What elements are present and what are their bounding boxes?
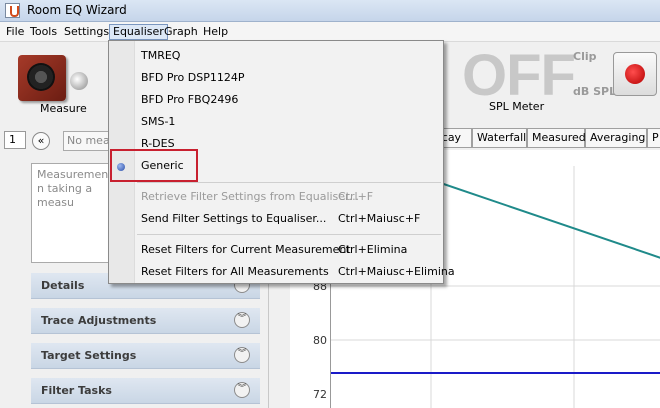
measurement-select[interactable]: No meas [63, 131, 113, 151]
tab-waterfall[interactable]: Waterfall [472, 128, 527, 148]
y-tick-label: 72 [313, 388, 327, 401]
tab-overflow[interactable]: P [647, 128, 660, 148]
record-button[interactable] [613, 52, 657, 96]
spl-meter-label: SPL Meter [489, 100, 545, 113]
app-icon [5, 3, 20, 18]
tab-averaging[interactable]: Averaging [585, 128, 647, 148]
menu-item-retrieve-filter-settings: Retrieve Filter Settings from Equaliser.… [141, 190, 360, 203]
chevron-down-icon[interactable]: ︾ [234, 347, 250, 363]
measurement-index-field[interactable]: 1 [4, 131, 26, 149]
shortcut-retrieve: Ctrl+F [338, 190, 374, 203]
section-trace-adjustments[interactable]: Trace Adjustments ︾ [31, 308, 260, 334]
menu-tools[interactable]: Tools [27, 24, 60, 40]
section-target-settings[interactable]: Target Settings ︾ [31, 343, 260, 369]
title-bar: Room EQ Wizard [0, 0, 660, 22]
menu-separator [137, 182, 441, 183]
spl-value-display: OFF [462, 43, 576, 108]
menu-separator [137, 234, 441, 235]
menu-file[interactable]: File [3, 24, 27, 40]
measure-label[interactable]: Measure [40, 102, 87, 115]
shortcut-reset-current: Ctrl+Elimina [338, 243, 408, 256]
microphone-icon [70, 72, 88, 90]
measure-speaker-icon[interactable] [18, 55, 66, 101]
measurement-trace [425, 177, 660, 259]
selection-highlight-box [110, 149, 198, 182]
menu-item-reset-all[interactable]: Reset Filters for All Measurements [141, 262, 329, 282]
db-spl-label: dB SPL [573, 85, 617, 98]
menu-item-send-filter-settings[interactable]: Send Filter Settings to Equaliser... [141, 209, 326, 229]
shortcut-send: Ctrl+Maiusc+F [338, 212, 421, 225]
menu-equaliser[interactable]: Equaliser [109, 24, 168, 40]
shortcut-reset-all: Ctrl+Maiusc+Elimina [338, 265, 455, 278]
section-label: Trace Adjustments [41, 314, 157, 327]
menu-item-bfd-pro-fbq2496[interactable]: BFD Pro FBQ2496 [141, 90, 238, 110]
window-title: Room EQ Wizard [27, 3, 127, 17]
y-tick-label: 80 [313, 334, 327, 347]
menu-item-tmreq[interactable]: TMREQ [141, 46, 180, 66]
measurement-notes[interactable]: Measurement n taking a measu [31, 163, 115, 263]
tab-measured[interactable]: Measured [527, 128, 586, 148]
clip-indicator: Clip [573, 50, 597, 63]
previous-measurement-icon[interactable]: « [32, 132, 50, 150]
section-label: Filter Tasks [41, 384, 112, 397]
section-label: Target Settings [41, 349, 137, 362]
chevron-down-icon[interactable]: ︾ [234, 312, 250, 328]
menu-graph[interactable]: Graph [161, 24, 201, 40]
menu-bar: File Tools Settings Equaliser Graph Help [0, 22, 660, 42]
section-filter-tasks[interactable]: Filter Tasks ︾ [31, 378, 260, 404]
section-label: Details [41, 279, 85, 292]
menu-item-bfd-pro-dsp1124p[interactable]: BFD Pro DSP1124P [141, 68, 245, 88]
menu-item-sms-1[interactable]: SMS-1 [141, 112, 175, 132]
menu-help[interactable]: Help [200, 24, 231, 40]
chevron-down-icon[interactable]: ︾ [234, 382, 250, 398]
menu-settings[interactable]: Settings [61, 24, 112, 40]
menu-item-reset-current[interactable]: Reset Filters for Current Measurement [141, 240, 351, 260]
